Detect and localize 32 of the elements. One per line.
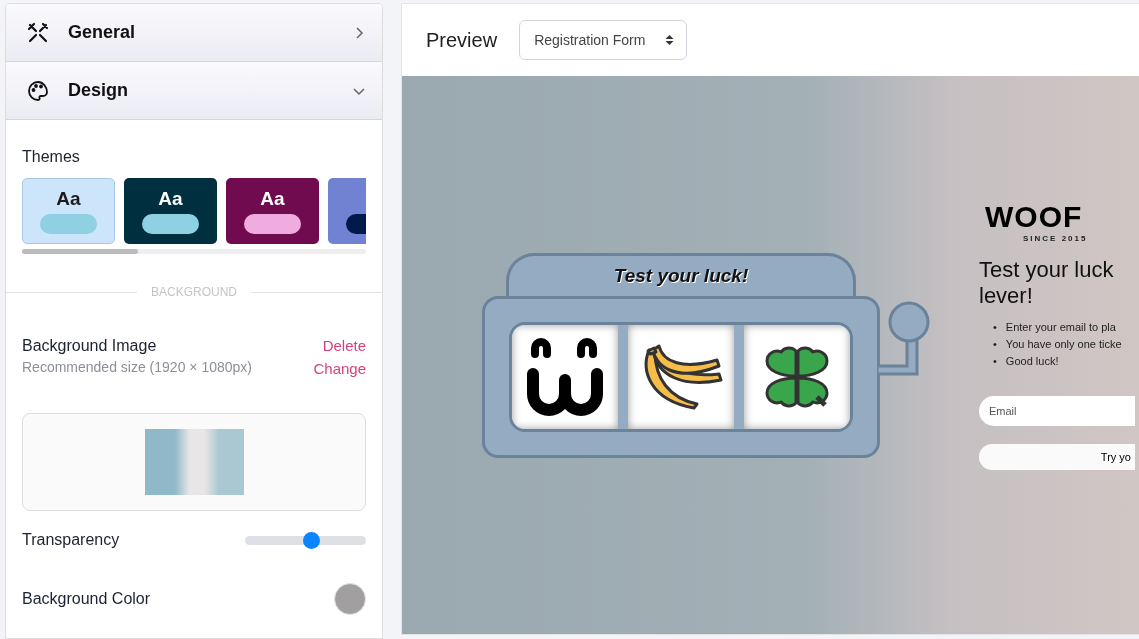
form-select[interactable]: Registration Form: [519, 20, 688, 60]
theme-card[interactable]: Aa: [124, 178, 217, 244]
try-button[interactable]: Try yo: [979, 444, 1135, 470]
accordion-header[interactable]: General: [6, 4, 382, 62]
tools-icon: [26, 20, 50, 45]
promo-bullet: Enter your email to pla: [1005, 320, 1116, 335]
delete-link[interactable]: Delete: [322, 337, 366, 354]
slider-thumb[interactable]: [302, 531, 320, 549]
section-divider-label: BACKGROUND: [137, 285, 251, 299]
promo-heading: Test your luck lever!: [979, 257, 1115, 309]
palette-icon: [26, 78, 50, 103]
transparency-label: Transparency: [22, 531, 120, 549]
bullet-marker: •: [993, 337, 997, 352]
bullet-marker: •: [993, 354, 997, 369]
theme-card[interactable]: Aa: [226, 178, 319, 244]
size-hint: Recommended size (1920 × 1080px): [22, 359, 252, 375]
background-color-label: Background Color: [22, 590, 151, 608]
slot-title: Test your luck!: [613, 264, 749, 287]
scrollbar[interactable]: [22, 249, 366, 254]
themes-label: Themes: [22, 148, 81, 166]
brand-logo: WOOF SINCE 2015: [985, 200, 1089, 243]
bullet-marker: •: [993, 320, 997, 335]
promo-bullet: Good luck!: [1005, 354, 1059, 369]
theme-card[interactable]: Aa: [22, 178, 115, 244]
preview-title: Preview: [426, 28, 498, 52]
change-link[interactable]: Change: [313, 360, 366, 377]
color-swatch[interactable]: [334, 583, 366, 615]
email-field[interactable]: Email: [979, 396, 1135, 426]
sort-caret-icon: [665, 34, 675, 46]
promo-bullet: You have only one ticke: [1005, 337, 1122, 352]
accordion-header[interactable]: Design: [6, 62, 382, 120]
background-image-label: Background Image: [22, 337, 158, 355]
